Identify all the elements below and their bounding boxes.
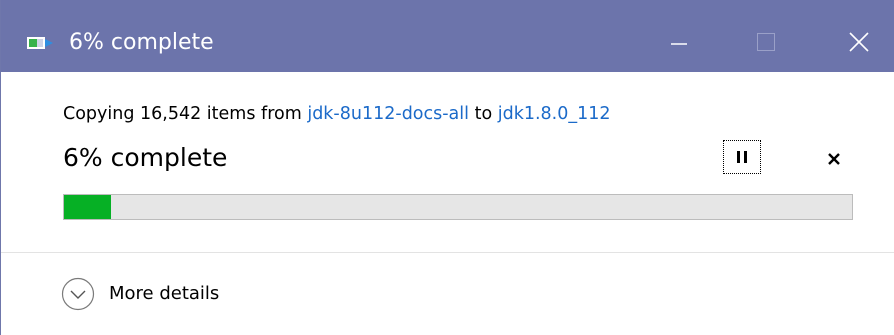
pause-button[interactable] xyxy=(723,140,761,174)
more-details-toggle[interactable]: More details xyxy=(61,277,219,311)
pause-icon xyxy=(737,151,747,163)
copy-progress-icon xyxy=(27,37,53,49)
dialog-content: Copying 16,542 items from jdk-8u112-docs… xyxy=(1,72,894,335)
stop-icon xyxy=(828,153,840,165)
destination-folder-link[interactable]: jdk1.8.0_112 xyxy=(498,104,611,124)
progress-status-text: 6% complete xyxy=(63,143,228,172)
title-bar[interactable]: 6% complete xyxy=(1,0,894,72)
source-folder-link[interactable]: jdk-8u112-docs-all xyxy=(307,104,469,124)
more-details-label: More details xyxy=(109,283,220,304)
chevron-down-circle-icon xyxy=(61,277,95,311)
maximize-button xyxy=(746,24,786,60)
stop-button[interactable] xyxy=(819,144,849,174)
progress-bar-fill xyxy=(64,195,112,219)
file-copy-dialog: 6% complete Copying 16,542 items from jd… xyxy=(0,0,894,335)
operation-description: Copying 16,542 items from jdk-8u112-docs… xyxy=(63,102,611,126)
operation-to-word: to xyxy=(469,104,498,124)
close-button[interactable] xyxy=(839,24,879,60)
divider xyxy=(1,252,894,253)
progress-bar xyxy=(63,194,853,220)
close-icon xyxy=(849,32,869,52)
minimize-icon xyxy=(671,43,687,45)
minimize-button[interactable] xyxy=(659,24,699,60)
window-title: 6% complete xyxy=(69,30,214,55)
maximize-icon xyxy=(757,33,775,51)
operation-prefix: Copying 16,542 items from xyxy=(63,104,308,124)
